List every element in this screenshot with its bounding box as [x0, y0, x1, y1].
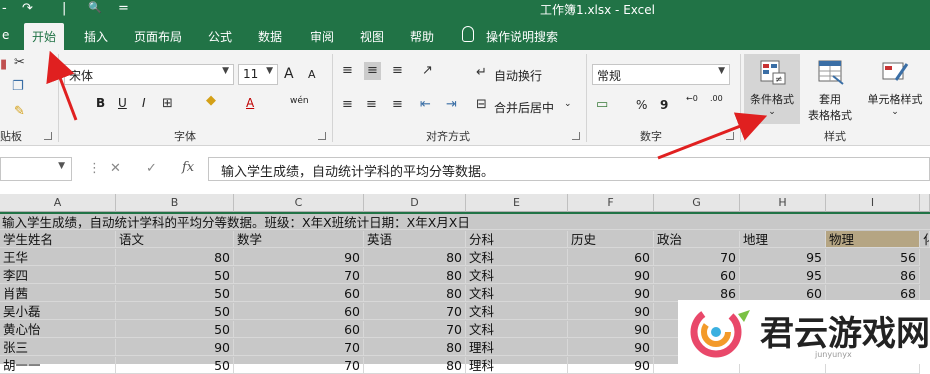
arrow-to-home-tab — [46, 50, 78, 121]
arrow-to-conditional-format — [657, 112, 768, 160]
annotation-arrows — [46, 50, 768, 160]
